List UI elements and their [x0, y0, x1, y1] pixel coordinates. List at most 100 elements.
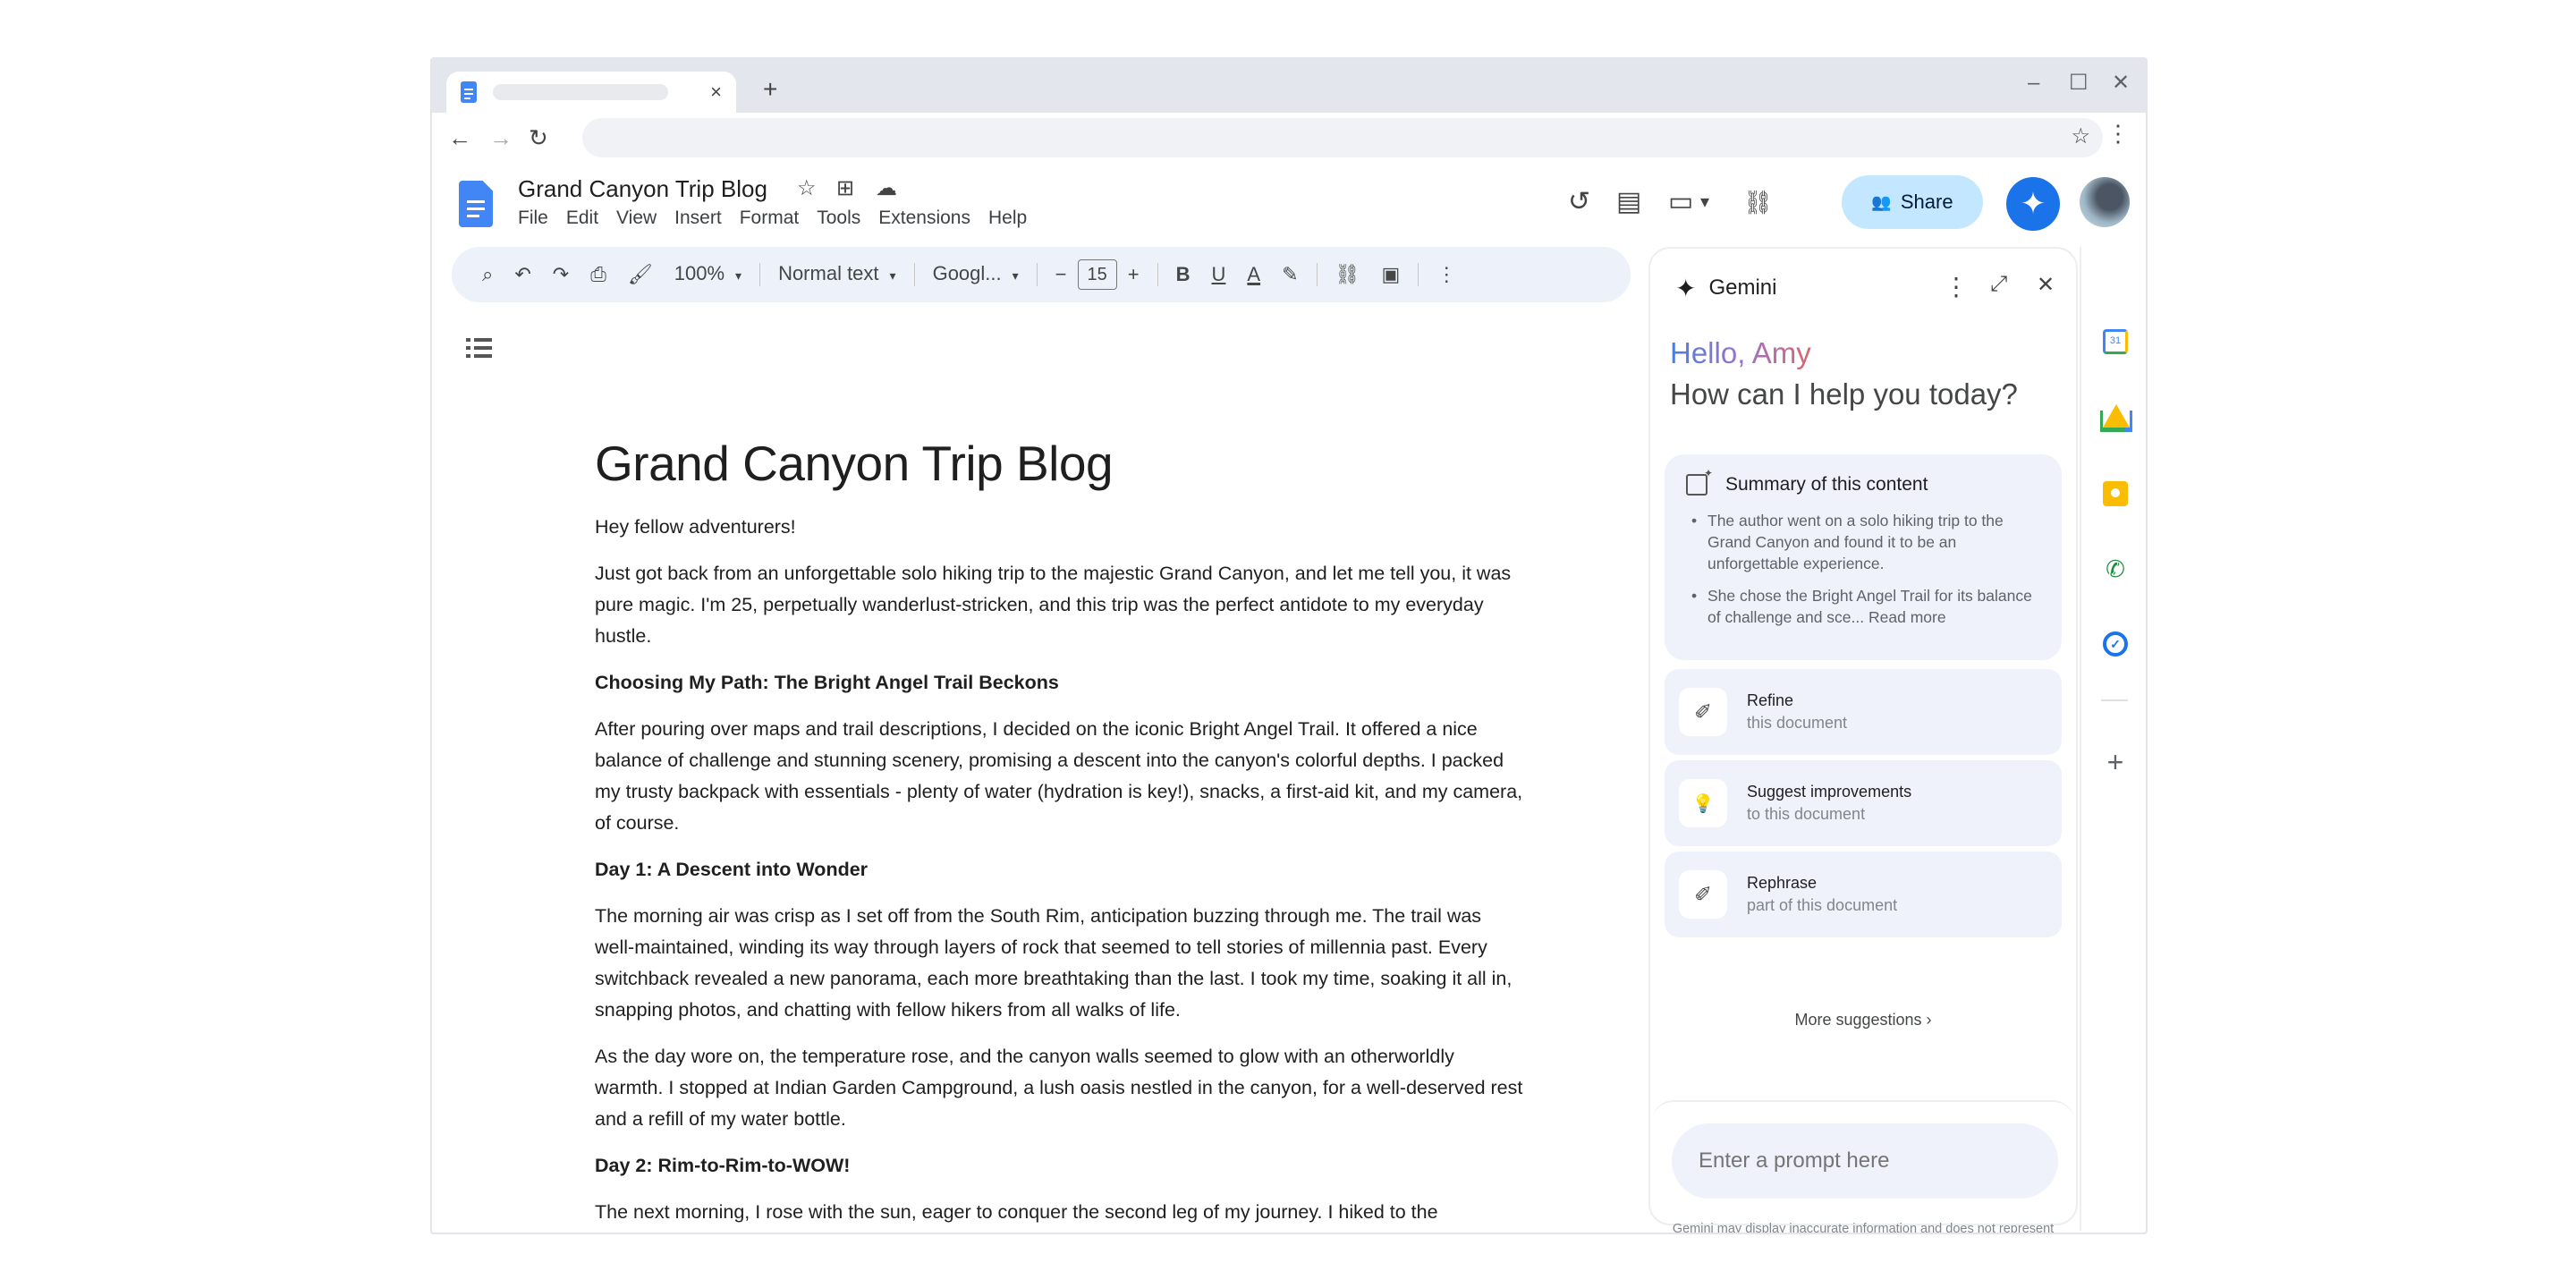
menu-format[interactable]: Format [740, 208, 800, 229]
menu-file[interactable]: File [518, 208, 548, 229]
summary-list: The author went on a solo hiking trip to… [1686, 510, 2040, 628]
forward-button[interactable]: → [489, 120, 513, 156]
new-tab-button[interactable]: + [763, 72, 777, 107]
paragraph: Just got back from an unforgettable solo… [595, 563, 1512, 647]
paragraph: As the day wore on, the temperature rose… [595, 1046, 1523, 1130]
window-close-button[interactable]: ✕ [2112, 70, 2130, 97]
paragraph: The next morning, I rose with the sun, e… [595, 1201, 1438, 1223]
section-heading: Day 1: A Descent into Wonder [595, 859, 869, 880]
gemini-header: ✦ Gemini ⋮ ⤢ ✕ [1675, 270, 2058, 306]
summary-bullet: The author went on a solo hiking trip to… [1691, 510, 2040, 574]
zoom-select[interactable]: 100% ▾ [664, 256, 752, 293]
decrease-font-size-button[interactable]: − [1045, 257, 1078, 292]
summary-card[interactable]: Summary of this content The author went … [1665, 454, 2062, 660]
tasks-icon[interactable]: ✓ [2103, 631, 2128, 657]
gemini-spark-icon: ✦ [2020, 187, 2046, 221]
greeting: Hello, Amy [1670, 336, 1811, 369]
suggestion-title: Rephrase [1747, 874, 1818, 892]
insert-link-icon[interactable]: ⛓ [1325, 257, 1371, 292]
minimize-button[interactable]: – [2028, 70, 2039, 97]
menu-extensions[interactable]: Extensions [878, 208, 970, 229]
gemini-expand-icon[interactable]: ⤢ [1990, 272, 2007, 297]
keep-icon[interactable] [2103, 481, 2128, 506]
browser-menu-icon[interactable]: ⋮ [2106, 120, 2130, 148]
font-size-input[interactable]: 15 [1077, 259, 1117, 290]
maximize-button[interactable]: ☐ [2069, 70, 2089, 97]
comments-icon[interactable]: ▤ [1616, 186, 1641, 218]
summary-bullet: She chose the Bright Angel Trail for its… [1691, 585, 2040, 628]
print-icon[interactable]: ⎙ [580, 257, 617, 292]
menu-help[interactable]: Help [988, 208, 1027, 229]
chevron-down-icon: ▾ [1012, 268, 1019, 283]
more-options-icon[interactable]: ⋮ [1426, 257, 1467, 292]
menu-view[interactable]: View [616, 208, 657, 229]
meet-icon[interactable]: ▭ [1668, 186, 1693, 218]
zoom-value: 100% [674, 262, 725, 284]
calendar-icon[interactable]: 31 [2103, 329, 2128, 354]
increase-font-size-button[interactable]: + [1117, 257, 1150, 292]
section-heading: Day 2: Rim-to-Rim-to-WOW! [595, 1155, 851, 1176]
version-history-icon[interactable]: ↺ [1568, 186, 1590, 218]
gemini-toggle-button[interactable]: ✦ [2006, 177, 2060, 231]
summary-icon [1686, 467, 1713, 496]
docs-logo-icon[interactable] [459, 181, 493, 227]
undo-icon[interactable]: ↶ [504, 257, 541, 292]
font-select[interactable]: Googl... ▾ [922, 256, 1030, 293]
text-color-button[interactable]: A [1236, 257, 1271, 292]
gemini-title: Gemini [1708, 275, 1777, 300]
move-folder-icon[interactable]: ⊞ [836, 175, 854, 201]
prompt-area [1652, 1100, 2074, 1224]
highlight-color-button[interactable]: ✎ [1271, 257, 1309, 292]
toolbar-divider [913, 263, 915, 286]
paragraph: Hey fellow adventurers! [595, 516, 796, 538]
suggestion-subtitle: to this document [1747, 805, 1866, 823]
suggestion-rephrase[interactable]: ✐ Rephrase part of this document [1665, 852, 2062, 937]
chevron-down-icon: ▾ [735, 268, 742, 283]
browser-tab[interactable]: × [446, 72, 736, 113]
document-title[interactable]: Grand Canyon Trip Blog [518, 175, 767, 203]
paragraph-style-select[interactable]: Normal text ▾ [767, 256, 907, 293]
reload-button[interactable]: ↻ [529, 120, 548, 156]
search-menus-icon[interactable]: ⌕ [471, 257, 504, 292]
star-icon[interactable]: ☆ [797, 175, 817, 201]
prompt-input[interactable] [1672, 1123, 2058, 1199]
formatting-toolbar: ⌕ ↶ ↷ ⎙ 🖌 100% ▾ Normal text ▾ Googl... ▾ −… [452, 247, 1631, 302]
docs-favicon-icon [461, 81, 477, 103]
document-page[interactable]: Grand Canyon Trip Blog Hey fellow advent… [595, 435, 1525, 1233]
address-bar[interactable]: ☆ [582, 118, 2103, 157]
bold-button[interactable]: B [1165, 257, 1201, 292]
read-more-link[interactable]: Read more [1868, 608, 1946, 626]
underline-button[interactable]: U [1201, 257, 1237, 292]
cloud-status-icon[interactable]: ☁ [876, 175, 897, 201]
bullets-sharing-icon[interactable]: ⛓ [1743, 186, 1773, 218]
more-suggestions-button[interactable]: More suggestions › [1650, 1011, 2076, 1030]
drive-icon[interactable] [2103, 404, 2130, 428]
share-button[interactable]: 👥 Share [1842, 175, 1983, 229]
summary-bullet-text: The author went on a solo hiking trip to… [1707, 512, 2004, 572]
menu-tools[interactable]: Tools [817, 208, 860, 229]
bookmark-star-icon[interactable]: ☆ [2071, 123, 2090, 149]
add-addon-icon[interactable]: + [2103, 748, 2128, 776]
suggestion-subtitle: part of this document [1747, 896, 1898, 914]
meet-dropdown-icon[interactable]: ▾ [1700, 186, 1709, 218]
voice-icon[interactable]: ✆ [2103, 556, 2128, 581]
expand-side-panel-icon[interactable]: › [2105, 1225, 2113, 1233]
account-avatar[interactable] [2080, 177, 2130, 227]
pencil-sparkle-icon: ✐ [1679, 688, 1727, 736]
tab-close-icon[interactable]: × [710, 80, 722, 104]
paint-format-icon[interactable]: 🖌 [617, 257, 664, 292]
gemini-more-icon[interactable]: ⋮ [1944, 272, 1969, 301]
suggestion-improvements[interactable]: 💡 Suggest improvements to this document [1665, 760, 2062, 846]
insert-image-icon[interactable]: ▣ [1370, 257, 1411, 292]
gemini-close-icon[interactable]: ✕ [2037, 272, 2055, 298]
style-value: Normal text [778, 262, 879, 284]
menu-edit[interactable]: Edit [566, 208, 598, 229]
menu-insert[interactable]: Insert [674, 208, 722, 229]
greeting-question: How can I help you today? [1670, 377, 2018, 411]
toolbar-divider [1036, 263, 1038, 286]
suggestion-refine[interactable]: ✐ Refine this document [1665, 669, 2062, 755]
back-button[interactable]: ← [448, 120, 471, 156]
redo-icon[interactable]: ↷ [542, 257, 580, 292]
document-outline-icon[interactable] [466, 338, 495, 363]
toolbar-divider [1316, 263, 1318, 286]
